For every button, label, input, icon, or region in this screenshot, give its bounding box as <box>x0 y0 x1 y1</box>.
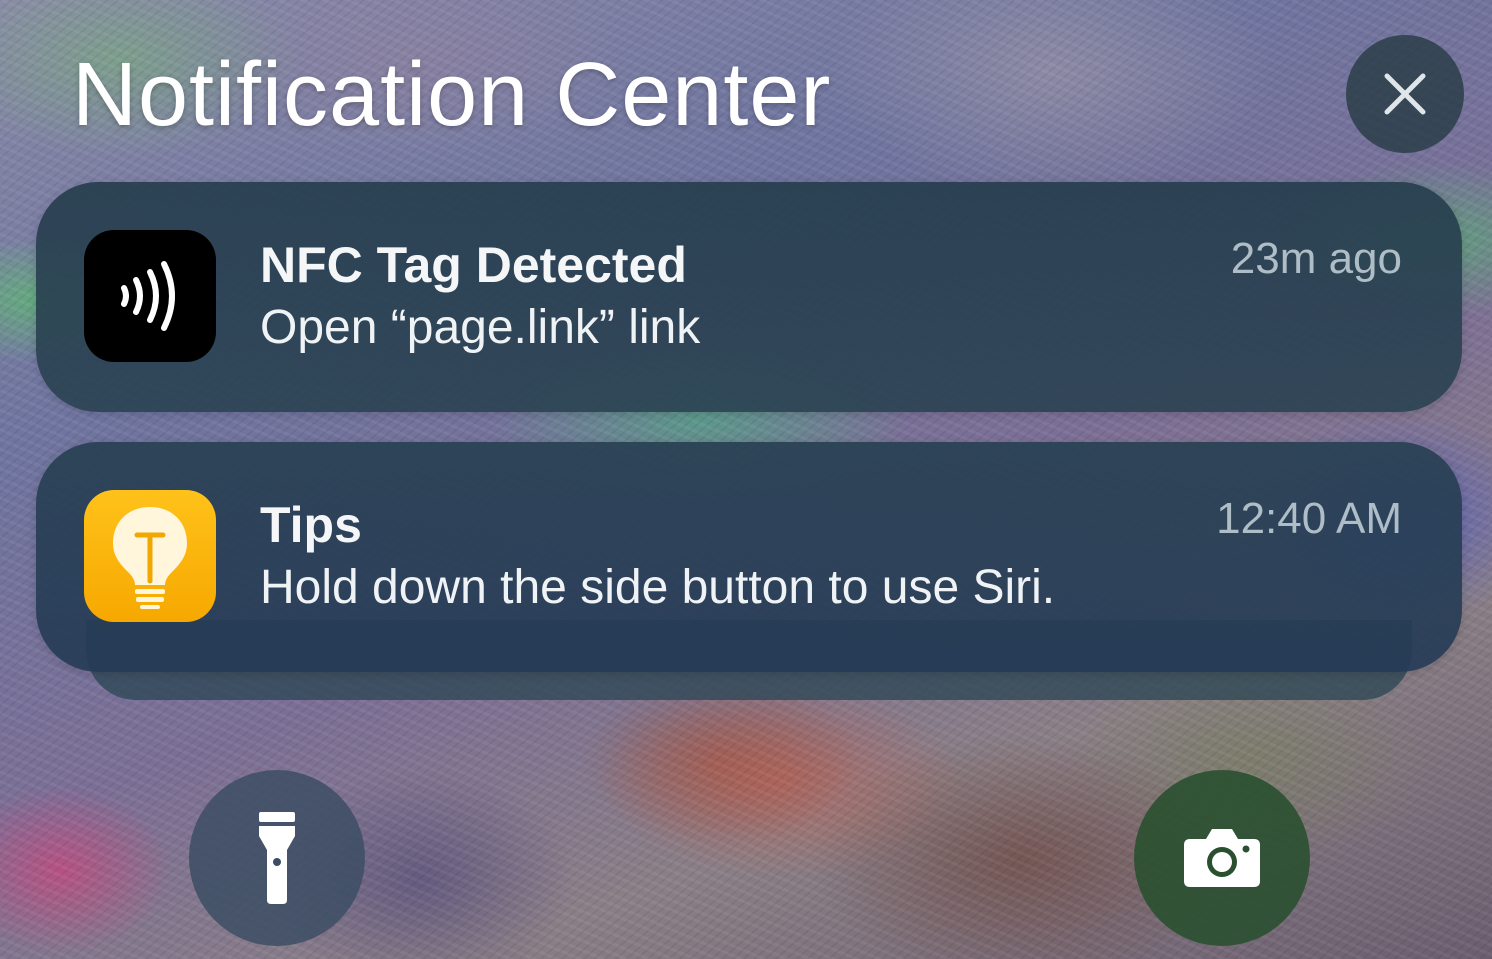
flashlight-button[interactable] <box>189 770 365 946</box>
notification-title: NFC Tag Detected <box>260 237 687 293</box>
nfc-app-icon <box>84 230 216 362</box>
notification-nfc[interactable]: NFC Tag Detected Open “page.link” link 2… <box>36 182 1462 412</box>
notification-time: 12:40 AM <box>1216 494 1402 543</box>
lightbulb-icon <box>113 507 187 609</box>
camera-button[interactable] <box>1134 770 1310 946</box>
page-title: Notification Center <box>72 45 832 145</box>
close-button[interactable] <box>1346 35 1464 153</box>
tips-app-icon <box>84 490 216 622</box>
notification-body: Hold down the side button to use Siri. <box>260 561 1056 614</box>
notification-title: Tips <box>260 497 362 553</box>
notification-time: 23m ago <box>1230 234 1402 283</box>
notification-body: Open “page.link” link <box>260 301 701 354</box>
notification-tips[interactable]: Tips Hold down the side button to use Si… <box>36 442 1462 672</box>
close-icon <box>1384 73 1426 115</box>
nfc-icon <box>121 261 175 331</box>
camera-icon <box>1184 829 1260 887</box>
flashlight-icon <box>259 812 295 904</box>
